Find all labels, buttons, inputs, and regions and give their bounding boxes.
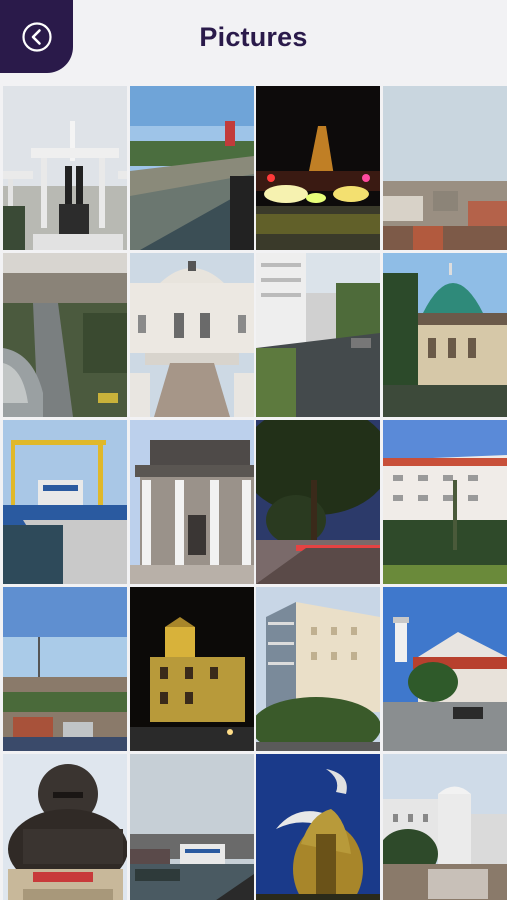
photo-tile[interactable] [129, 420, 254, 584]
harbor-crane-photo [3, 420, 127, 584]
photo-tile[interactable] [256, 754, 381, 900]
photo-tile[interactable] [256, 420, 381, 584]
museum-building-photo [129, 420, 254, 584]
photo-tile[interactable] [256, 253, 381, 417]
city-skyline-photo [382, 86, 507, 250]
photo-tile[interactable] [256, 587, 381, 751]
app-header: Pictures [0, 0, 507, 82]
street-view-photo [256, 253, 381, 417]
photo-tile[interactable] [382, 86, 507, 250]
photo-tile[interactable] [3, 86, 127, 250]
photo-tile[interactable] [382, 253, 507, 417]
night-tower-building-photo [129, 587, 254, 751]
photo-tile[interactable] [256, 86, 381, 250]
photo-tile[interactable] [129, 86, 254, 250]
photo-tile[interactable] [3, 754, 127, 900]
port-boats-photo [129, 754, 254, 900]
green-dome-mosque-photo [382, 253, 507, 417]
photo-tile[interactable] [382, 420, 507, 584]
river-canal-photo [129, 86, 254, 250]
tree-lit-street-photo [256, 420, 381, 584]
colonial-building-photo [129, 253, 254, 417]
monument-statue-photo [3, 86, 127, 250]
gorilla-statue-photo [3, 754, 127, 900]
photo-tile[interactable] [129, 253, 254, 417]
photo-tile[interactable] [382, 587, 507, 751]
photo-tile[interactable] [129, 587, 254, 751]
photo-tile[interactable] [3, 253, 127, 417]
photo-tile[interactable] [3, 587, 127, 751]
photo-tile[interactable] [129, 754, 254, 900]
photo-tile[interactable] [382, 754, 507, 900]
mosque-tower-photo [382, 587, 507, 751]
page-title: Pictures [199, 22, 308, 52]
night-fountain-photo [256, 86, 381, 250]
hotel-building-photo [382, 420, 507, 584]
apartment-building-photo [256, 587, 381, 751]
fish-crocodile-statue-photo [256, 754, 381, 900]
photo-tile[interactable] [3, 420, 127, 584]
aerial-road-photo [3, 253, 127, 417]
photo-grid [3, 86, 507, 900]
city-panorama-photo [3, 587, 127, 751]
white-dome-building-photo [382, 754, 507, 900]
